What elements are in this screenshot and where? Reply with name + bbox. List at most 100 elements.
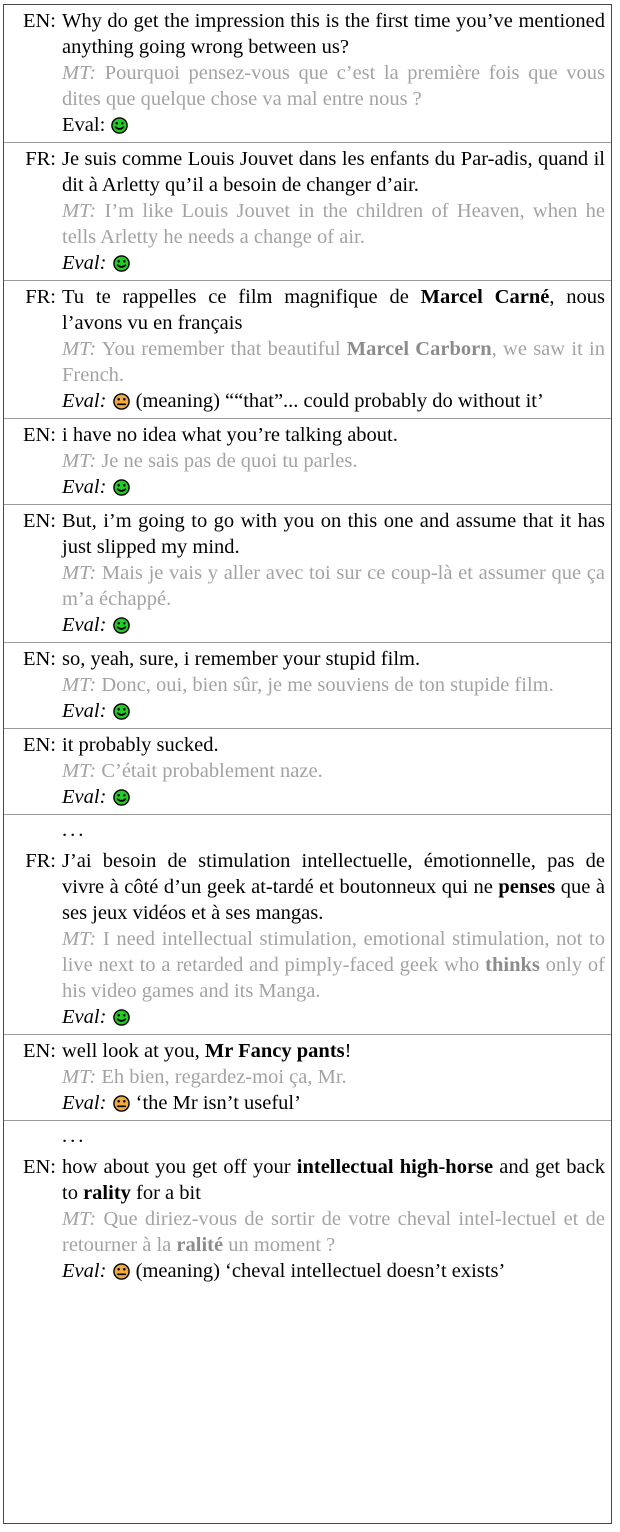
lang-label: EN: <box>22 734 56 756</box>
turn-body: J’ai besoin de stimulation intellectuell… <box>62 848 605 1030</box>
source-utterance: J’ai besoin de stimulation intellectuell… <box>62 850 605 924</box>
turn-body: But, i’m going to go with you on this on… <box>62 508 605 638</box>
table-row: EN: how about you get off your intellectu… <box>4 1151 611 1288</box>
eval-label: Eval: <box>62 390 107 412</box>
mt-label: MT: <box>62 1208 97 1230</box>
machine-translation: MT: Eh bien, regardez-moi ça, Mr. <box>62 1066 347 1088</box>
source-utterance: Why do get the impression this is the fi… <box>62 10 605 58</box>
turn-body: so, yeah, sure, i remember your stupid f… <box>62 646 605 724</box>
ellipsis-text: ... <box>62 1125 87 1147</box>
lang-label: FR: <box>25 286 56 308</box>
evaluation: Eval: <box>62 698 605 724</box>
ellipsis-body: ... <box>62 817 605 843</box>
lang-label: EN: <box>22 1040 56 1062</box>
evaluation: Eval: <box>62 112 605 138</box>
smiley-good-icon <box>111 117 129 134</box>
eval-comment: (meaning) ‘cheval intellectuel doesn’t e… <box>135 1260 506 1282</box>
dialogue-table: EN: Why do get the impression this is the… <box>3 4 612 1524</box>
turn-body: i have no idea what you’re talking about… <box>62 422 605 500</box>
machine-translation: MT: You remember that beautiful Marcel C… <box>62 338 605 386</box>
eval-label: Eval: <box>62 1260 107 1282</box>
smiley-good-icon <box>112 255 130 272</box>
eval-label: Eval: <box>62 1006 107 1028</box>
machine-translation: MT: I need intellectual stimulation, emo… <box>62 928 605 1002</box>
figure-page: EN: Why do get the impression this is the… <box>0 0 620 1532</box>
machine-translation: MT: Que diriez-vous de sortir de votre c… <box>62 1208 605 1256</box>
lang-label: EN: <box>22 510 56 532</box>
smiley-good-icon <box>112 789 130 806</box>
table-row: EN: it probably sucked. MT: C’était probab… <box>4 729 611 815</box>
table-row-ellipsis: ... <box>4 1121 611 1151</box>
source-utterance: Tu te rappelles ce film magnifique de Ma… <box>62 286 605 334</box>
mt-label: MT: <box>62 674 97 696</box>
source-utterance: so, yeah, sure, i remember your stupid f… <box>62 648 421 670</box>
mt-label: MT: <box>62 62 97 84</box>
lang-label: EN: <box>22 10 56 32</box>
evaluation: Eval: <box>62 612 605 638</box>
table-row: FR: J’ai besoin de stimulation intellectu… <box>4 845 611 1035</box>
evaluation: Eval: <box>62 474 605 500</box>
table-row: FR: Tu te rappelles ce film magnifique de… <box>4 281 611 419</box>
eval-label: Eval: <box>62 252 107 274</box>
evaluation: Eval: (meaning) ““that”... could probabl… <box>62 388 605 414</box>
lang-label: EN: <box>22 1156 56 1178</box>
evaluation: Eval: <box>62 784 605 810</box>
machine-translation: MT: Donc, oui, bien sûr, je me souviens … <box>62 674 554 696</box>
smiley-good-icon <box>112 703 130 720</box>
eval-label: Eval: <box>62 614 107 636</box>
turn-body: it probably sucked. MT: C’était probablem… <box>62 732 605 810</box>
mt-label: MT: <box>62 1066 97 1088</box>
machine-translation: MT: I’m like Louis Jouvet in the childre… <box>62 200 605 248</box>
smiley-neutral-icon <box>112 1095 130 1112</box>
evaluation: Eval: <box>62 1004 605 1030</box>
machine-translation: MT: Pourquoi pensez-vous que c’est la pr… <box>62 62 605 110</box>
ellipsis-text: ... <box>62 819 87 841</box>
source-utterance: well look at you, Mr Fancy pants! <box>62 1040 352 1062</box>
source-utterance: But, i’m going to go with you on this on… <box>62 510 605 558</box>
mt-label: MT: <box>62 200 97 222</box>
machine-translation: MT: Mais je vais y aller avec toi sur ce… <box>62 562 605 610</box>
eval-label: Eval: <box>62 114 106 136</box>
table-row: EN: well look at you, Mr Fancy pants! MT: … <box>4 1035 611 1121</box>
turn-body: Tu te rappelles ce film magnifique de Ma… <box>62 284 605 414</box>
source-utterance: Je suis comme Louis Jouvet dans les enfa… <box>62 148 605 196</box>
eval-label: Eval: <box>62 476 107 498</box>
mt-label: MT: <box>62 338 97 360</box>
table-row-ellipsis: ... <box>4 815 611 845</box>
dialogue-rows: EN: Why do get the impression this is the… <box>4 5 611 1288</box>
lang-label: EN: <box>22 424 56 446</box>
table-row: FR: Je suis comme Louis Jouvet dans les e… <box>4 143 611 281</box>
table-row: EN: But, i’m going to go with you on this… <box>4 505 611 643</box>
source-utterance: i have no idea what you’re talking about… <box>62 424 398 446</box>
smiley-neutral-icon <box>112 393 130 410</box>
eval-label: Eval: <box>62 786 107 808</box>
smiley-neutral-icon <box>112 1263 130 1280</box>
lang-label: FR: <box>25 148 56 170</box>
turn-body: well look at you, Mr Fancy pants! MT: Eh … <box>62 1038 605 1116</box>
source-utterance: it probably sucked. <box>62 734 219 756</box>
eval-comment: (meaning) ““that”... could probably do w… <box>135 390 544 412</box>
evaluation: Eval: <box>62 250 605 276</box>
ellipsis-body: ... <box>62 1123 605 1149</box>
turn-body: Je suis comme Louis Jouvet dans les enfa… <box>62 146 605 276</box>
table-row: EN: so, yeah, sure, i remember your stupi… <box>4 643 611 729</box>
mt-label: MT: <box>62 450 97 472</box>
mt-label: MT: <box>62 928 97 950</box>
mt-label: MT: <box>62 562 97 584</box>
eval-label: Eval: <box>62 1092 107 1114</box>
turn-body: how about you get off your intellectual … <box>62 1154 605 1284</box>
machine-translation: MT: C’était probablement naze. <box>62 760 323 782</box>
machine-translation: MT: Je ne sais pas de quoi tu parles. <box>62 450 358 472</box>
table-row: EN: i have no idea what you’re talking ab… <box>4 419 611 505</box>
lang-label: FR: <box>25 850 56 872</box>
mt-label: MT: <box>62 760 97 782</box>
smiley-good-icon <box>112 479 130 496</box>
smiley-good-icon <box>112 617 130 634</box>
eval-label: Eval: <box>62 700 107 722</box>
lang-label: EN: <box>22 648 56 670</box>
smiley-good-icon <box>112 1009 130 1026</box>
eval-comment: ‘the Mr isn’t useful’ <box>135 1092 301 1114</box>
turn-body: Why do get the impression this is the fi… <box>62 8 605 138</box>
evaluation: Eval: (meaning) ‘cheval intellectuel doe… <box>62 1258 605 1284</box>
evaluation: Eval: ‘the Mr isn’t useful’ <box>62 1090 605 1116</box>
